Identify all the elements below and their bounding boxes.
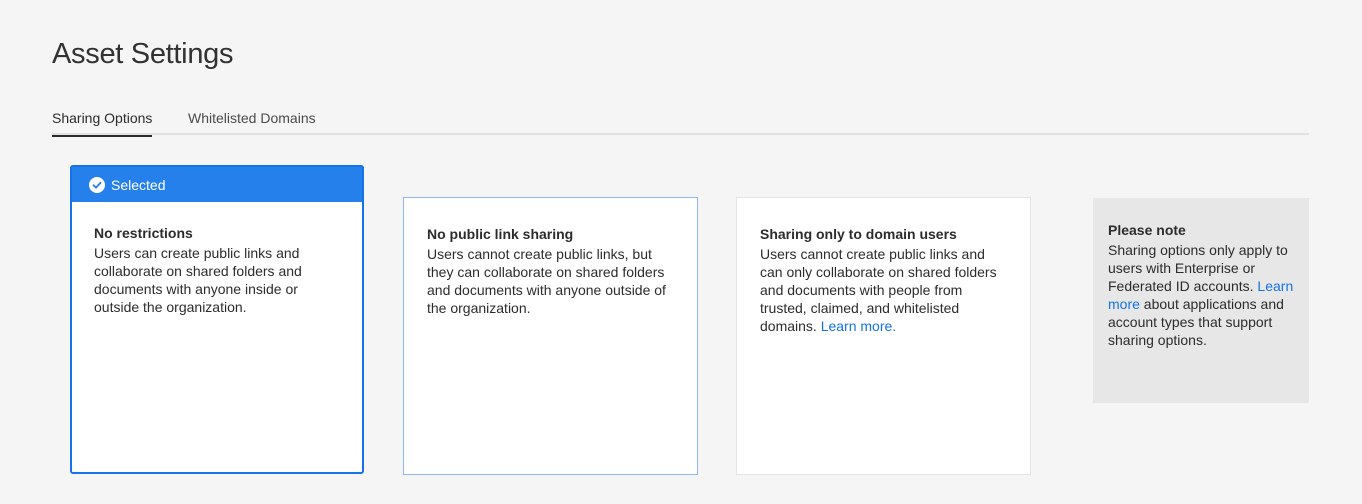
please-note-panel: Please note Sharing options only apply t… [1093,198,1309,403]
option-title: No restrictions [94,225,193,241]
option-title: Sharing only to domain users [760,226,957,242]
note-title: Please note [1108,222,1186,238]
option-card-domain-users-only[interactable]: Sharing only to domain users Users canno… [736,197,1031,475]
option-description: Users can create public links and collab… [94,245,302,315]
tab-sharing-options[interactable]: Sharing Options [52,110,153,137]
selected-label: Selected [111,176,166,193]
option-title: No public link sharing [427,226,574,242]
tab-bar: Sharing Options Whitelisted Domains [52,110,1309,137]
checkmark-circle-icon [89,176,105,193]
tab-whitelisted-domains[interactable]: Whitelisted Domains [188,110,316,135]
selected-header: Selected [72,167,362,202]
page-title: Asset Settings [52,38,234,70]
option-card-no-restrictions[interactable]: Selected No restrictions Users can creat… [70,165,364,474]
option-description: Users cannot create public links, but th… [427,246,666,316]
option-description: Users cannot create public links and can… [760,245,1008,335]
option-card-no-public-link-sharing[interactable]: No public link sharing Users cannot crea… [403,197,698,475]
note-text: Sharing options only apply to users with… [1108,241,1295,349]
learn-more-link[interactable]: Learn more. [821,318,896,334]
